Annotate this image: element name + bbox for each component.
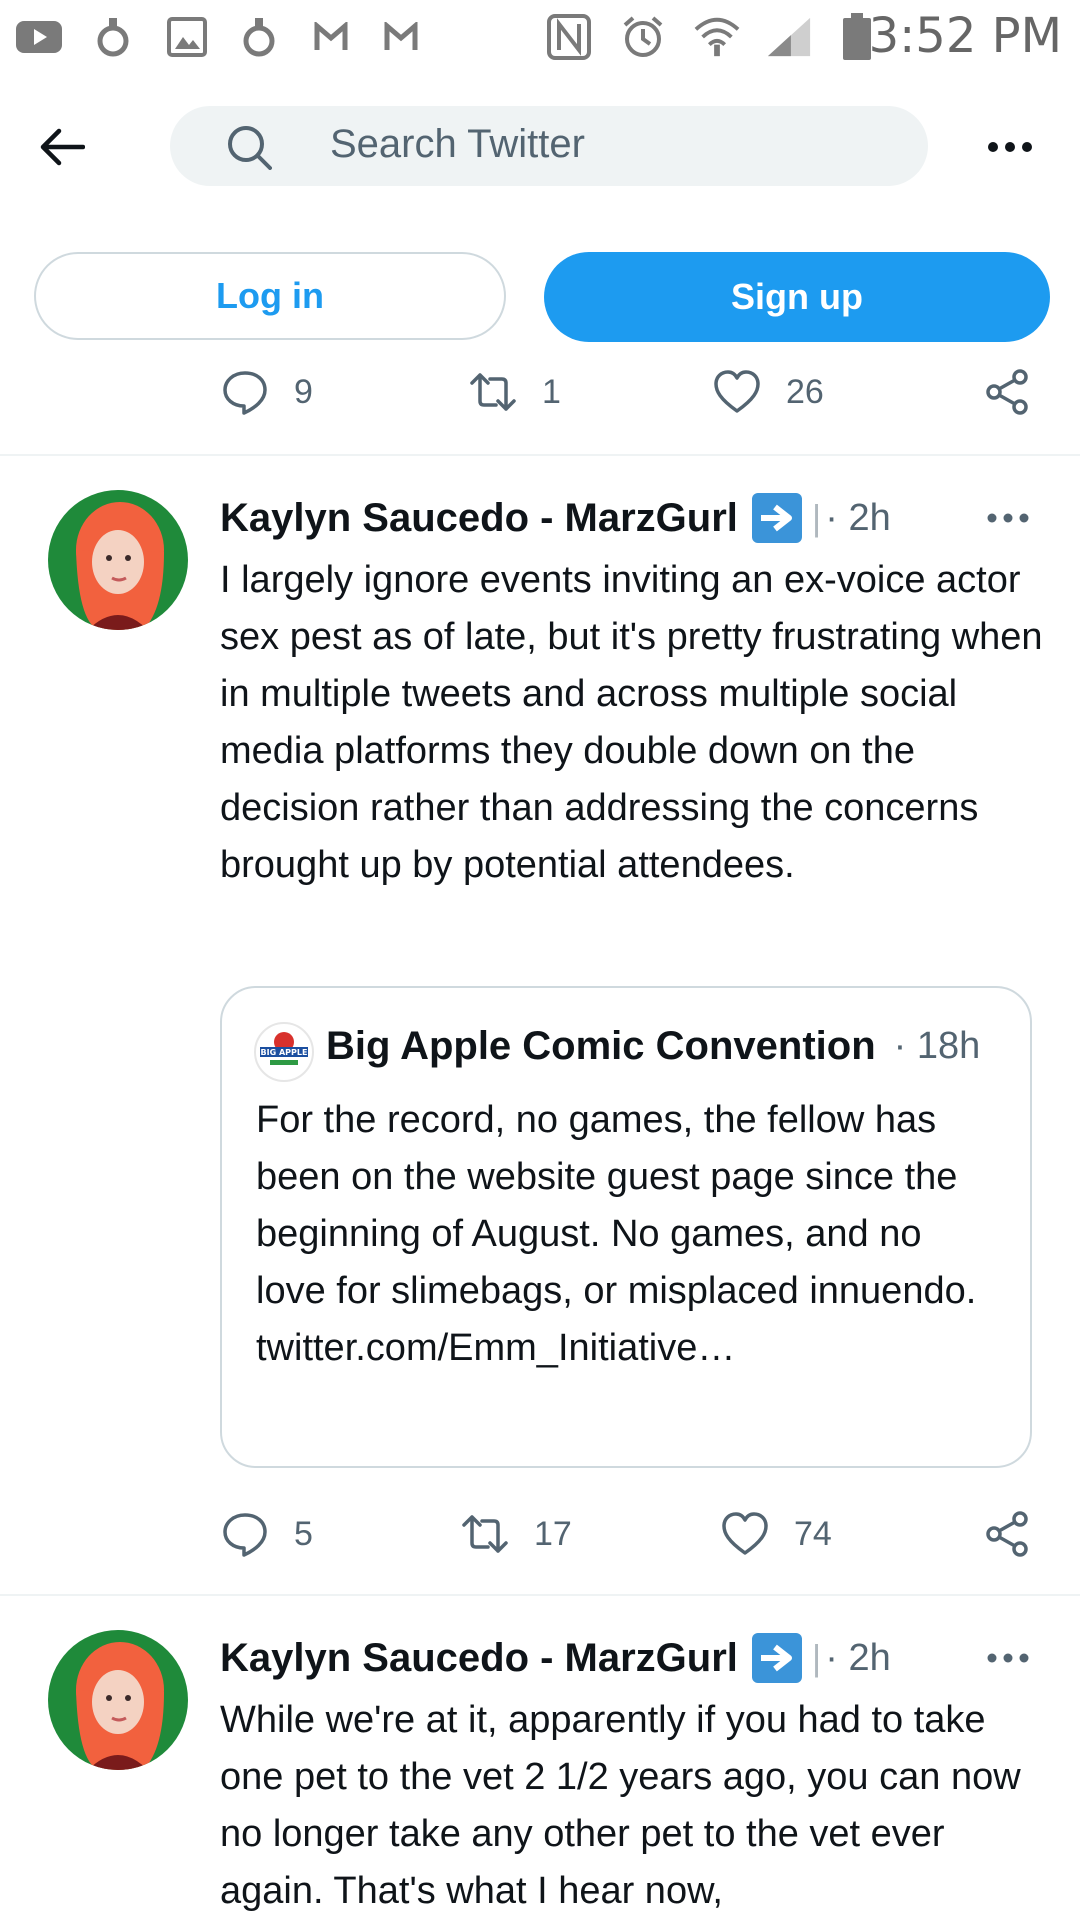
quoted-tweet[interactable]: BIG APPLE Big Apple Comic Convention · 1… (220, 986, 1032, 1468)
like-button[interactable]: 26 (712, 362, 824, 422)
tweet-time[interactable]: · 2h (825, 497, 890, 540)
avatar[interactable] (48, 490, 188, 630)
name-separator: | (811, 1637, 822, 1678)
more-options-button[interactable] (978, 115, 1042, 179)
tweet-header: Kaylyn Saucedo - MarzGurl | · 2h (220, 1628, 1000, 1688)
retweet-count: 17 (534, 1514, 572, 1553)
arrow-left-icon (40, 128, 85, 166)
nfc-icon (546, 14, 592, 60)
status-bar: 3:52 PM (0, 0, 1080, 78)
reply-icon (223, 371, 267, 415)
like-button[interactable]: 74 (720, 1504, 832, 1564)
divider (0, 1594, 1080, 1596)
quoted-header: Big Apple Comic Convention · 18h (326, 1024, 980, 1069)
quoted-text: For the record, no games, the fellow has… (256, 1092, 996, 1377)
quoted-avatar-logo-text: BIG APPLE (261, 1048, 308, 1057)
more-horizontal-icon (987, 513, 1029, 523)
retweet-icon (462, 1515, 508, 1553)
more-horizontal-icon (988, 142, 1032, 152)
retweet-count: 1 (542, 372, 561, 411)
avatar[interactable] (48, 1630, 188, 1770)
alarm-icon (620, 14, 666, 60)
signup-button[interactable]: Sign up (544, 252, 1050, 342)
quoted-time: · 18h (893, 1025, 981, 1067)
reply-count: 5 (294, 1514, 313, 1553)
reply-icon (223, 1513, 267, 1557)
gmail-icon (308, 14, 354, 60)
quoted-avatar: BIG APPLE (254, 1022, 314, 1082)
arrow-right-badge-icon (751, 1633, 802, 1683)
like-count: 74 (794, 1514, 832, 1553)
reply-button[interactable]: 5 (220, 1504, 313, 1564)
more-horizontal-icon (987, 1653, 1029, 1663)
tweet-more-button[interactable] (978, 1628, 1038, 1688)
signal-icon (766, 14, 812, 60)
share-button[interactable] (982, 362, 1056, 422)
quoted-link[interactable]: twitter.com/Emm_Initiative… (256, 1327, 735, 1369)
app-icon (90, 14, 136, 60)
back-button[interactable] (30, 115, 94, 179)
reply-count: 9 (294, 372, 313, 411)
tweet-time[interactable]: · 2h (825, 1637, 890, 1680)
share-button[interactable] (982, 1504, 1056, 1564)
search-icon (228, 126, 272, 170)
retweet-icon (470, 373, 516, 411)
name-separator: | (811, 497, 822, 538)
youtube-icon (16, 14, 62, 60)
retweet-button[interactable]: 1 (468, 362, 561, 422)
retweet-button[interactable]: 17 (460, 1504, 572, 1564)
tweet-actions: 9 1 26 (220, 362, 1040, 422)
gallery-icon (164, 14, 210, 60)
tweet-more-button[interactable] (978, 488, 1038, 548)
share-icon (986, 1511, 1028, 1557)
divider (0, 454, 1080, 456)
login-button[interactable]: Log in (34, 252, 506, 340)
arrow-right-badge-icon (751, 493, 802, 543)
share-icon (986, 369, 1028, 415)
search-input[interactable]: Search Twitter (170, 106, 928, 186)
quoted-author-name: Big Apple Comic Convention (326, 1024, 876, 1068)
author-name[interactable]: Kaylyn Saucedo - MarzGurl (220, 496, 738, 541)
reply-button[interactable]: 9 (220, 362, 313, 422)
gmail-icon (378, 14, 424, 60)
author-name[interactable]: Kaylyn Saucedo - MarzGurl (220, 1636, 738, 1681)
tweet-text: I largely ignore events inviting an ex-v… (220, 559, 1043, 886)
like-count: 26 (786, 372, 824, 411)
tweet-actions: 5 17 74 (220, 1504, 1040, 1564)
tweet-text: While we're at it, apparently if you had… (220, 1699, 1021, 1912)
status-time: 3:52 PM (868, 8, 1062, 64)
tweet-header: Kaylyn Saucedo - MarzGurl | · 2h (220, 488, 1000, 548)
search-placeholder: Search Twitter (330, 122, 585, 166)
quoted-body: For the record, no games, the fellow has… (256, 1099, 977, 1312)
heart-icon (714, 370, 760, 413)
wifi-icon (694, 14, 740, 60)
heart-icon (722, 1512, 768, 1555)
app-icon (236, 14, 282, 60)
